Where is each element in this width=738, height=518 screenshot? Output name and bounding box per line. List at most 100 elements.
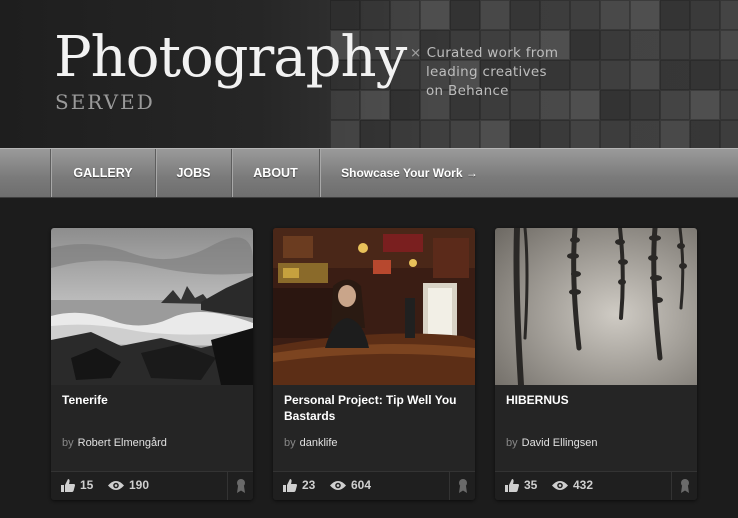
mosaic-tile: [630, 60, 660, 90]
main-nav: GALLERY JOBS ABOUT Showcase Your Work →: [0, 148, 738, 198]
mosaic-tile: [360, 120, 390, 148]
mosaic-tile: [570, 60, 600, 90]
views-stat: 432: [552, 478, 593, 492]
ribbon-icon: [458, 479, 467, 493]
mosaic-tile: [690, 30, 720, 60]
tagline-line: on Behance: [426, 83, 509, 99]
mosaic-tile: [690, 60, 720, 90]
nav-jobs[interactable]: JOBS: [155, 149, 231, 197]
mosaic-tile: [720, 30, 738, 60]
likes-count: 15: [80, 478, 94, 492]
feature-button[interactable]: [227, 472, 253, 500]
mosaic-tile: [660, 0, 690, 30]
mosaic-tile: [720, 90, 738, 120]
project-title[interactable]: HIBERNUS: [506, 392, 691, 408]
mosaic-tile: [600, 90, 630, 120]
mosaic-tile: [690, 90, 720, 120]
feature-button[interactable]: [671, 472, 697, 500]
close-icon[interactable]: ×: [410, 45, 422, 61]
project-title[interactable]: Personal Project: Tip Well You Bastards: [284, 392, 469, 424]
project-stats: 15 190: [51, 471, 253, 500]
tagline: × Curated work from leading creatives on …: [410, 44, 558, 101]
project-author: by Robert Elmengård: [62, 437, 167, 449]
project-title[interactable]: Tenerife: [62, 392, 247, 408]
mosaic-tile: [480, 120, 510, 148]
mosaic-tile: [450, 120, 480, 148]
mosaic-tile: [420, 0, 450, 30]
views-count: 604: [351, 478, 372, 492]
mosaic-tile: [540, 120, 570, 148]
views-stat: 190: [108, 478, 149, 492]
mosaic-tile: [600, 120, 630, 148]
by-label: by: [284, 437, 296, 449]
mosaic-tile: [510, 0, 540, 30]
mosaic-tile: [660, 90, 690, 120]
project-thumbnail[interactable]: [273, 228, 475, 385]
ribbon-icon: [680, 479, 689, 493]
project-card[interactable]: Tenerife by Robert Elmengård 15 190: [51, 228, 253, 500]
mosaic-tile: [630, 30, 660, 60]
author-link[interactable]: Robert Elmengård: [78, 437, 167, 449]
author-link[interactable]: danklife: [300, 437, 338, 449]
likes-stat[interactable]: 15: [61, 478, 93, 492]
likes-count: 23: [302, 478, 316, 492]
thumbs-up-icon: [505, 478, 519, 492]
mosaic-tile: [660, 30, 690, 60]
thumbs-up-icon: [283, 478, 297, 492]
likes-count: 35: [524, 478, 538, 492]
mosaic-tile: [720, 60, 738, 90]
mosaic-tile: [690, 0, 720, 30]
project-card[interactable]: Personal Project: Tip Well You Bastards …: [273, 228, 475, 500]
mosaic-tile: [660, 120, 690, 148]
nav-about[interactable]: ABOUT: [231, 149, 319, 197]
feature-button[interactable]: [449, 472, 475, 500]
author-link[interactable]: David Ellingsen: [522, 437, 598, 449]
ribbon-icon: [236, 479, 245, 493]
mosaic-tile: [630, 0, 660, 30]
mosaic-tile: [570, 90, 600, 120]
project-stats: 35 432: [495, 471, 697, 500]
project-author: by danklife: [284, 437, 338, 449]
by-label: by: [506, 437, 518, 449]
views-count: 432: [573, 478, 594, 492]
project-card[interactable]: HIBERNUS by David Ellingsen 35 432: [495, 228, 697, 500]
by-label: by: [62, 437, 74, 449]
nav-showcase-your-work[interactable]: Showcase Your Work →: [319, 149, 499, 197]
mosaic-tile: [570, 0, 600, 30]
project-author: by David Ellingsen: [506, 437, 597, 449]
views-stat: 604: [330, 478, 371, 492]
mosaic-tile: [720, 120, 738, 148]
mosaic-tile: [510, 120, 540, 148]
mosaic-tile: [480, 0, 510, 30]
mosaic-tile: [630, 120, 660, 148]
project-thumbnail[interactable]: [51, 228, 253, 385]
mosaic-tile: [450, 0, 480, 30]
tagline-line: leading creatives: [426, 64, 547, 80]
eye-icon: [552, 480, 568, 490]
mosaic-tile: [330, 90, 360, 120]
eye-icon: [108, 480, 124, 490]
mosaic-tile: [360, 90, 390, 120]
mosaic-tile: [390, 120, 420, 148]
mosaic-tile: [600, 30, 630, 60]
site-header: Photography SERVED × Curated work from le…: [0, 0, 738, 148]
mosaic-tile: [540, 0, 570, 30]
mosaic-tile: [690, 120, 720, 148]
mosaic-tile: [660, 60, 690, 90]
mosaic-tile: [570, 120, 600, 148]
mosaic-tile: [570, 30, 600, 60]
site-subtitle: SERVED: [55, 90, 155, 114]
views-count: 190: [129, 478, 150, 492]
thumbs-up-icon: [61, 478, 75, 492]
eye-icon: [330, 480, 346, 490]
nav-gallery[interactable]: GALLERY: [50, 149, 155, 197]
mosaic-tile: [600, 0, 630, 30]
mosaic-tile: [630, 90, 660, 120]
likes-stat[interactable]: 35: [505, 478, 537, 492]
project-thumbnail[interactable]: [495, 228, 697, 385]
likes-stat[interactable]: 23: [283, 478, 315, 492]
project-stats: 23 604: [273, 471, 475, 500]
mosaic-tile: [720, 0, 738, 30]
site-title[interactable]: Photography: [54, 26, 407, 90]
mosaic-tile: [330, 120, 360, 148]
